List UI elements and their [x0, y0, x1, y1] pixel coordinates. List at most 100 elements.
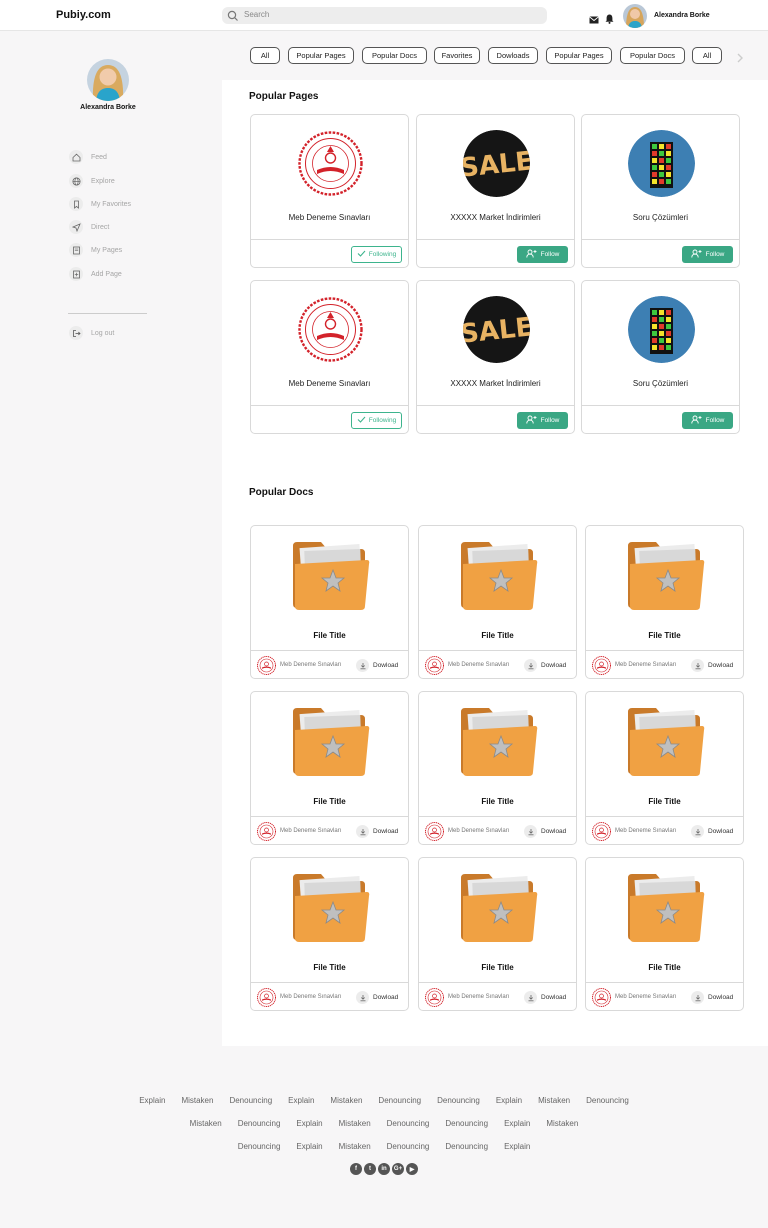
follow-button[interactable]: Follow	[517, 412, 568, 429]
page-card[interactable]: SALE XXXXX Market İndirimleri Follow	[416, 280, 575, 434]
doc-source-name[interactable]: Meb Deneme Sınavları	[448, 662, 509, 668]
page-card-title[interactable]: Soru Çözümleri	[582, 213, 739, 222]
doc-source-name[interactable]: Meb Deneme Sınavları	[448, 828, 509, 834]
doc-card[interactable]: File Title Meb Deneme Sınavları Dowload	[250, 857, 409, 1011]
doc-source-name[interactable]: Meb Deneme Sınavları	[615, 994, 676, 1000]
footer-link[interactable]: Denouncing	[445, 1119, 488, 1128]
download-button[interactable]: Dowload	[356, 659, 398, 672]
doc-file-title[interactable]: File Title	[586, 963, 743, 972]
filter-chip-popular-docs[interactable]: Popular Docs	[362, 47, 427, 64]
footer-link[interactable]: Denouncing	[378, 1096, 421, 1105]
footer-link[interactable]: Denouncing	[586, 1096, 629, 1105]
doc-card[interactable]: File Title Meb Deneme Sınavları Dowload	[585, 691, 744, 845]
search-input[interactable]: Search	[244, 10, 269, 19]
filter-chip-downloads[interactable]: Dowloads	[488, 47, 538, 64]
doc-file-title[interactable]: File Title	[419, 631, 576, 640]
search-bar[interactable]: Search	[222, 7, 547, 24]
sidebar-item-direct[interactable]: Direct	[69, 220, 109, 234]
filter-chip-all[interactable]: All	[692, 47, 722, 64]
footer-link[interactable]: Denouncing	[238, 1142, 281, 1151]
header-avatar[interactable]	[623, 4, 647, 28]
linkedin-icon[interactable]: in	[378, 1163, 390, 1175]
download-button[interactable]: Dowload	[524, 991, 566, 1004]
doc-file-title[interactable]: File Title	[419, 963, 576, 972]
footer-link[interactable]: Explain	[288, 1096, 314, 1105]
following-button[interactable]: Following	[351, 412, 402, 429]
doc-source-name[interactable]: Meb Deneme Sınavları	[280, 994, 341, 1000]
footer-link[interactable]: Explain	[496, 1096, 522, 1105]
page-card-title[interactable]: Meb Deneme Sınavları	[251, 213, 408, 222]
doc-source-name[interactable]: Meb Deneme Sınavları	[448, 994, 509, 1000]
download-button[interactable]: Dowload	[524, 659, 566, 672]
page-card[interactable]: Soru Çözümleri Follow	[581, 114, 740, 268]
page-card-title[interactable]: Soru Çözümleri	[582, 379, 739, 388]
filter-chip-popular-pages[interactable]: Popular Pages	[546, 47, 612, 64]
sidebar-item-feed[interactable]: Feed	[69, 150, 107, 164]
doc-source-name[interactable]: Meb Deneme Sınavları	[615, 662, 676, 668]
page-card-title[interactable]: XXXXX Market İndirimleri	[417, 213, 574, 222]
download-button[interactable]: Dowload	[691, 825, 733, 838]
doc-card[interactable]: File Title Meb Deneme Sınavları Dowload	[585, 525, 744, 679]
doc-source-name[interactable]: Meb Deneme Sınavları	[615, 828, 676, 834]
chevron-right-icon[interactable]	[736, 50, 744, 68]
footer-link[interactable]: Mistaken	[546, 1119, 578, 1128]
footer-link[interactable]: Mistaken	[181, 1096, 213, 1105]
footer-link[interactable]: Mistaken	[339, 1142, 371, 1151]
doc-file-title[interactable]: File Title	[586, 797, 743, 806]
page-card-title[interactable]: Meb Deneme Sınavları	[251, 379, 408, 388]
download-button[interactable]: Dowload	[691, 659, 733, 672]
sidebar-item-my-pages[interactable]: My Pages	[69, 243, 122, 257]
download-button[interactable]: Dowload	[524, 825, 566, 838]
download-button[interactable]: Dowload	[691, 991, 733, 1004]
sidebar-avatar[interactable]	[87, 59, 129, 101]
youtube-icon[interactable]: ▶	[406, 1163, 418, 1175]
download-button[interactable]: Dowload	[356, 825, 398, 838]
doc-card[interactable]: File Title Meb Deneme Sınavları Dowload	[418, 525, 577, 679]
footer-link[interactable]: Denouncing	[445, 1142, 488, 1151]
footer-link[interactable]: Explain	[296, 1119, 322, 1128]
site-logo[interactable]: Pubiy.com	[56, 9, 111, 21]
sidebar-item-add-page[interactable]: Add Page	[69, 267, 122, 281]
doc-card[interactable]: File Title Meb Deneme Sınavları Dowload	[418, 691, 577, 845]
filter-chip-all[interactable]: All	[250, 47, 280, 64]
filter-chip-popular-pages[interactable]: Popular Pages	[288, 47, 354, 64]
doc-card[interactable]: File Title Meb Deneme Sınavları Dowload	[585, 857, 744, 1011]
follow-button[interactable]: Follow	[682, 246, 733, 263]
footer-link[interactable]: Denouncing	[229, 1096, 272, 1105]
footer-link[interactable]: Explain	[504, 1119, 530, 1128]
footer-link[interactable]: Mistaken	[339, 1119, 371, 1128]
page-card[interactable]: Meb Deneme Sınavları Following	[250, 114, 409, 268]
filter-chip-popular-docs[interactable]: Popular Docs	[620, 47, 685, 64]
footer-link[interactable]: Mistaken	[538, 1096, 570, 1105]
doc-source-name[interactable]: Meb Deneme Sınavları	[280, 828, 341, 834]
footer-link[interactable]: Explain	[296, 1142, 322, 1151]
doc-file-title[interactable]: File Title	[586, 631, 743, 640]
doc-source-name[interactable]: Meb Deneme Sınavları	[280, 662, 341, 668]
sidebar-item-favorites[interactable]: My Favorites	[69, 197, 131, 211]
download-button[interactable]: Dowload	[356, 991, 398, 1004]
doc-file-title[interactable]: File Title	[251, 797, 408, 806]
mail-icon[interactable]	[589, 11, 599, 29]
following-button[interactable]: Following	[351, 246, 402, 263]
page-card[interactable]: Meb Deneme Sınavları Following	[250, 280, 409, 434]
footer-link[interactable]: Denouncing	[387, 1119, 430, 1128]
footer-link[interactable]: Denouncing	[238, 1119, 281, 1128]
doc-file-title[interactable]: File Title	[419, 797, 576, 806]
footer-link[interactable]: Mistaken	[190, 1119, 222, 1128]
twitter-icon[interactable]: t	[364, 1163, 376, 1175]
facebook-icon[interactable]: f	[350, 1163, 362, 1175]
footer-link[interactable]: Denouncing	[437, 1096, 480, 1105]
doc-card[interactable]: File Title Meb Deneme Sınavları Dowload	[250, 525, 409, 679]
page-card-title[interactable]: XXXXX Market İndirimleri	[417, 379, 574, 388]
follow-button[interactable]: Follow	[682, 412, 733, 429]
sidebar-item-explore[interactable]: Explore	[69, 174, 115, 188]
footer-link[interactable]: Explain	[139, 1096, 165, 1105]
footer-link[interactable]: Denouncing	[387, 1142, 430, 1151]
follow-button[interactable]: Follow	[517, 246, 568, 263]
doc-file-title[interactable]: File Title	[251, 963, 408, 972]
google-plus-icon[interactable]: G+	[392, 1163, 404, 1175]
filter-chip-favorites[interactable]: Favorites	[434, 47, 480, 64]
bell-icon[interactable]	[605, 11, 614, 29]
page-card[interactable]: SALE XXXXX Market İndirimleri Follow	[416, 114, 575, 268]
logout-button[interactable]: Log out	[69, 326, 114, 340]
